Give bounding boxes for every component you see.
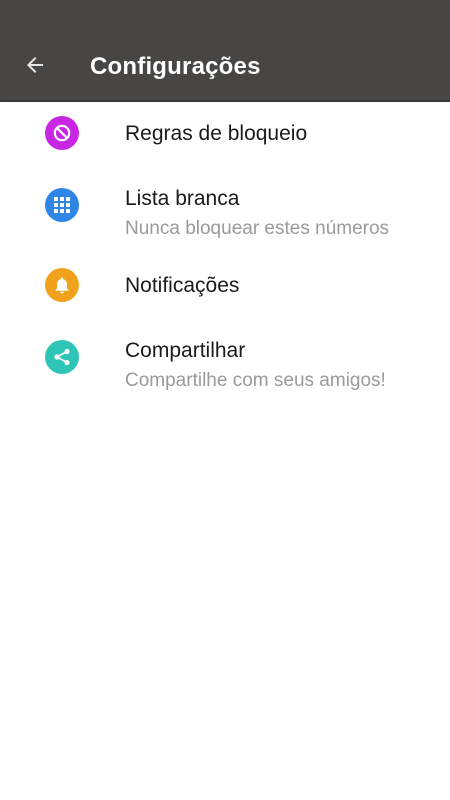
settings-item-title: Lista branca [125,187,240,210]
settings-item-whitelist[interactable]: Lista branca Nunca bloquear estes número… [0,166,450,254]
back-button[interactable] [18,48,52,82]
settings-item-block-rules[interactable]: Regras de bloqueio [0,102,450,166]
app-bar: Configurações [0,24,450,100]
settings-item-notifications[interactable]: Notificações [0,254,450,318]
settings-item-title: Regras de bloqueio [125,122,308,145]
share-icon [45,340,79,374]
page-title: Configurações [90,53,261,80]
settings-item-title: Notificações [125,274,240,297]
settings-list: Regras de bloqueio Lista branca Nunca bl… [0,102,450,406]
arrow-left-icon [27,57,43,73]
bell-icon [45,268,79,302]
settings-item-title: Compartilhar [125,339,246,362]
grid-icon [45,188,79,222]
settings-item-share[interactable]: Compartilhar Compartilhe com seus amigos… [0,318,450,406]
status-bar [0,0,450,24]
block-icon [45,116,79,150]
settings-item-subtitle: Nunca bloquear estes números [125,218,390,239]
settings-item-subtitle: Compartilhe com seus amigos! [125,370,386,391]
